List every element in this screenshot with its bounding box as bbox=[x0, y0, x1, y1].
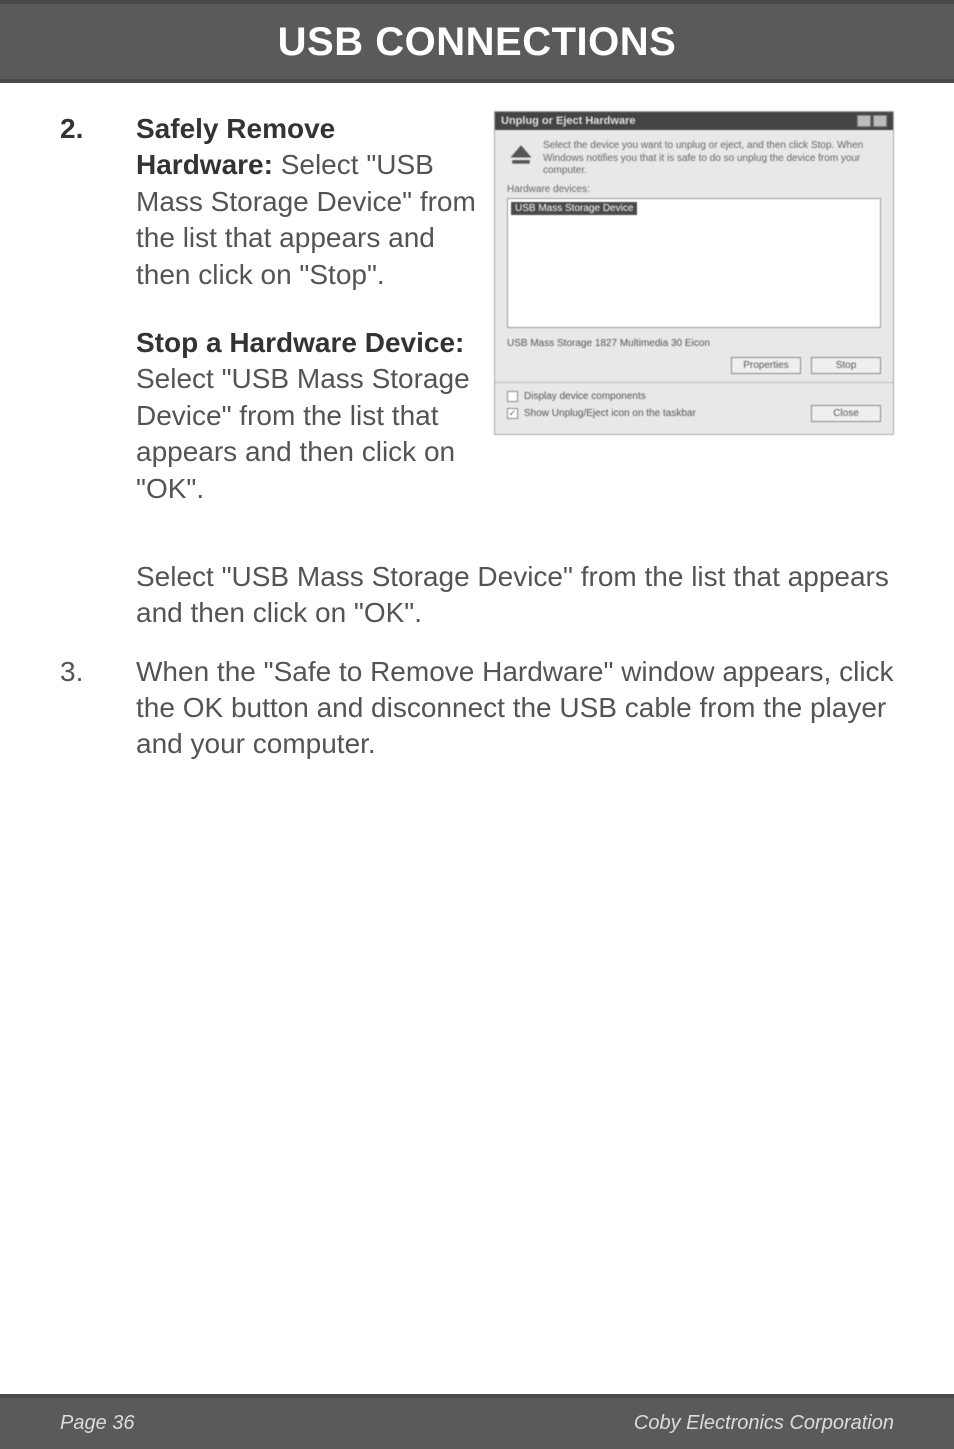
step-2-number: 2. bbox=[60, 111, 120, 145]
dialog-checkbox-2-label: Show Unplug/Eject icon on the taskbar bbox=[524, 408, 696, 419]
step-2-block-2: Stop a Hardware Device: Select "USB Mass… bbox=[136, 325, 478, 507]
stop-button: Stop bbox=[811, 357, 881, 374]
dialog-body: Select the device you want to unplug or … bbox=[495, 130, 893, 434]
footer-company: Coby Electronics Corporation bbox=[634, 1412, 894, 1435]
header-title: USB CONNECTIONS bbox=[278, 20, 677, 64]
close-button: Close bbox=[811, 405, 881, 422]
dialog-device-list: USB Mass Storage Device bbox=[507, 198, 881, 328]
dialog-titlebar: Unplug or Eject Hardware bbox=[495, 112, 893, 130]
step-2-block-2-bold: Stop a Hardware Device: bbox=[136, 327, 464, 358]
dialog-title: Unplug or Eject Hardware bbox=[501, 115, 635, 127]
step-2-block-1: Safely Remove Hardware: Select "USB Mass… bbox=[136, 111, 478, 293]
properties-button: Properties bbox=[731, 357, 801, 374]
dialog-checkbox-1: Display device components bbox=[507, 391, 881, 402]
dialog-selected-item: USB Mass Storage Device bbox=[511, 202, 637, 215]
dialog-hint-row: Select the device you want to unplug or … bbox=[507, 140, 881, 178]
dialog-checkbox-2: ✓ Show Unplug/Eject icon on the taskbar bbox=[507, 408, 696, 419]
step-3-row: 3. When the "Safe to Remove Hardware" wi… bbox=[60, 654, 894, 763]
checkbox-checked-icon: ✓ bbox=[507, 408, 518, 419]
step-2-lower-text: Select "USB Mass Storage Device" from th… bbox=[60, 559, 894, 632]
checkbox-unchecked-icon bbox=[507, 391, 518, 402]
dialog-device-desc: USB Mass Storage 1827 Multimedia 30 Eico… bbox=[507, 338, 881, 349]
close-icon bbox=[873, 115, 887, 127]
step-2-text: Safely Remove Hardware: Select "USB Mass… bbox=[136, 111, 478, 539]
page-content: 2. Safely Remove Hardware: Select "USB M… bbox=[0, 83, 954, 763]
step-2-row: 2. Safely Remove Hardware: Select "USB M… bbox=[60, 111, 894, 539]
help-icon bbox=[857, 115, 871, 127]
dialog-title-buttons bbox=[857, 115, 887, 127]
dialog-button-row: Properties Stop bbox=[507, 357, 881, 374]
dialog-separator bbox=[495, 382, 893, 383]
page-footer: Page 36 Coby Electronics Corporation bbox=[0, 1394, 954, 1449]
footer-page-number: Page 36 bbox=[60, 1412, 135, 1435]
step-3-text: When the "Safe to Remove Hardware" windo… bbox=[136, 654, 894, 763]
dialog-checkbox-1-label: Display device components bbox=[524, 391, 646, 402]
unplug-eject-dialog: Unplug or Eject Hardware Select the devi… bbox=[494, 111, 894, 435]
dialog-hint-text: Select the device you want to unplug or … bbox=[543, 140, 881, 178]
page-header: USB CONNECTIONS bbox=[0, 0, 954, 83]
eject-icon bbox=[507, 140, 535, 168]
dialog-hardware-label: Hardware devices: bbox=[507, 184, 881, 195]
step-3-number: 3. bbox=[60, 654, 120, 763]
step-2-block-2-rest: Select "USB Mass Storage Device" from th… bbox=[136, 363, 470, 503]
dialog-screenshot: Unplug or Eject Hardware Select the devi… bbox=[494, 111, 894, 435]
